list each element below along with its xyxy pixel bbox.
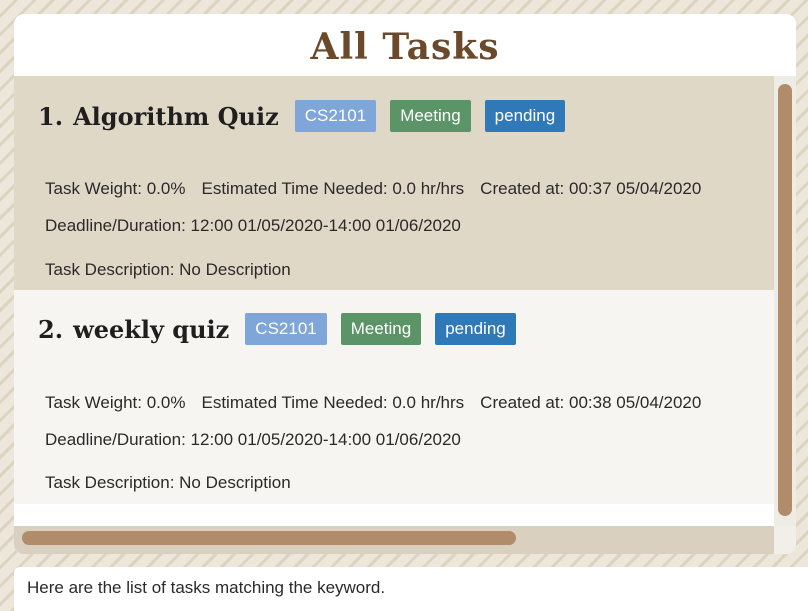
type-tag: Meeting [390,100,471,132]
module-tag: CS2101 [245,313,327,345]
task-created: Created at: 00:37 05/04/2020 [480,179,702,198]
task-description: Task Description: No Description [45,473,291,492]
task-deadline: Deadline/Duration: 12:00 01/05/2020-14:0… [45,216,461,235]
task-card-header: 2. weekly quiz CS2101 Meeting pending [38,309,530,349]
result-display: Here are the list of tasks matching the … [14,567,808,611]
task-title: 2. weekly quiz [38,315,229,344]
status-tag: pending [484,100,566,132]
task-card-header: 1. Algorithm Quiz CS2101 Meeting pending [38,96,579,136]
horizontal-scrollbar[interactable] [14,526,774,554]
page-title: All Tasks [310,26,500,68]
task-deadline: Deadline/Duration: 12:00 01/05/2020-14:0… [45,430,461,449]
task-list[interactable]: 1. Algorithm Quiz CS2101 Meeting pending … [14,76,774,526]
task-index: 2. [38,314,64,344]
vertical-scrollbar[interactable] [774,76,796,554]
module-tag: CS2101 [294,100,377,132]
task-card[interactable]: 1. Algorithm Quiz CS2101 Meeting pending … [14,76,774,290]
task-weight: Task Weight: 0.0% [45,179,186,198]
scrollbar-corner [774,526,796,554]
task-name: Algorithm Quiz [73,101,279,131]
status-tag: pending [435,313,516,345]
task-description: Task Description: No Description [45,260,291,279]
task-weight: Task Weight: 0.0% [45,393,186,412]
task-card[interactable]: 2. weekly quiz CS2101 Meeting pending Tas… [14,290,774,504]
task-created: Created at: 00:38 05/04/2020 [480,393,702,412]
task-time-needed: Estimated Time Needed: 0.0 hr/hrs [201,179,465,198]
task-title: 1. Algorithm Quiz [38,102,279,131]
type-tag: Meeting [340,313,422,345]
vertical-scrollbar-thumb[interactable] [778,84,792,516]
result-message: Here are the list of tasks matching the … [27,578,386,597]
task-details-line: Task Weight: 0.0% Estimated Time Needed: … [45,393,701,413]
task-name: weekly quiz [73,314,230,344]
task-index: 1. [38,101,64,131]
horizontal-scrollbar-thumb[interactable] [22,531,516,545]
task-list-panel: All Tasks 1. Algorithm Quiz CS2101 Meetin… [14,14,796,554]
task-time-needed: Estimated Time Needed: 0.0 hr/hrs [201,393,465,412]
task-details-line: Task Weight: 0.0% Estimated Time Needed: … [45,179,701,199]
